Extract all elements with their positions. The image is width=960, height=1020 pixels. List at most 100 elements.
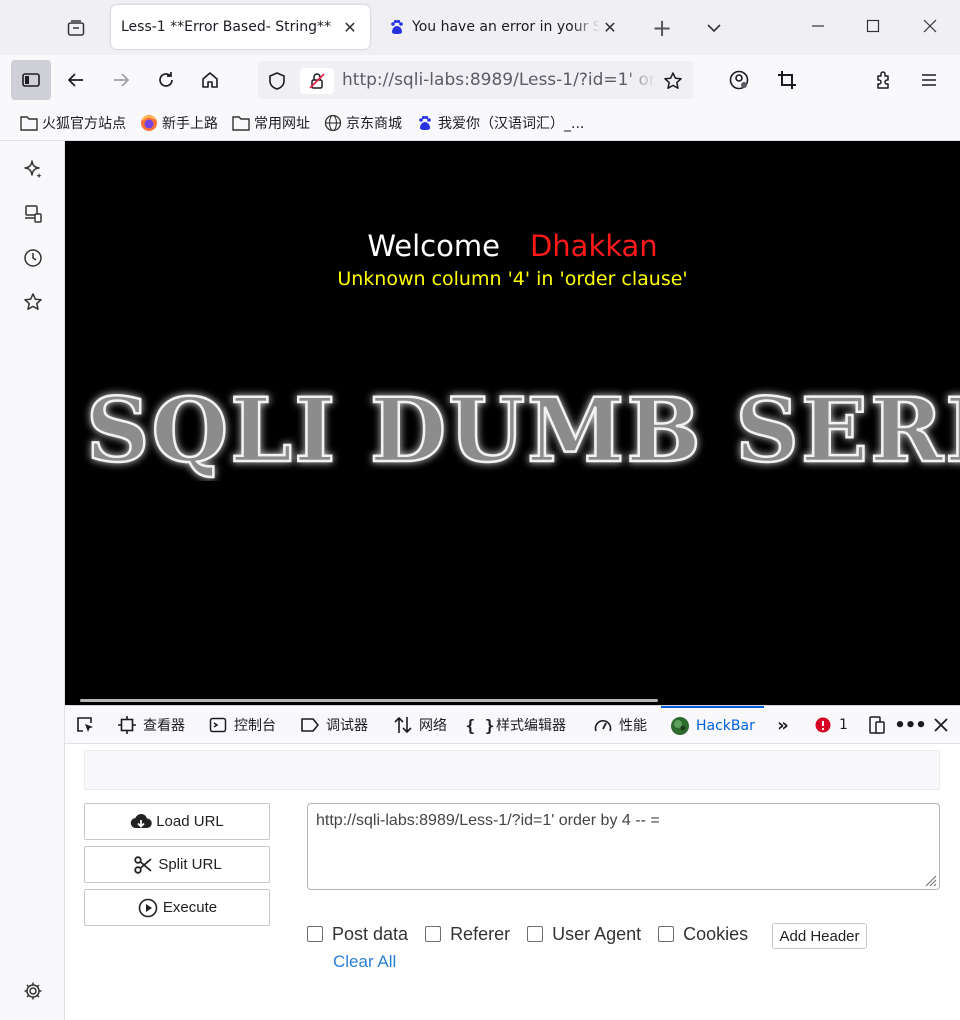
user-agent-option[interactable]: User Agent — [527, 924, 641, 945]
tab-title: You have an error in your SQL syntax — [412, 19, 600, 35]
account-button[interactable] — [719, 60, 759, 100]
puzzle-icon — [877, 71, 889, 89]
bookmark-item[interactable]: 火狐官方站点 — [16, 110, 130, 136]
tab-style-editor[interactable]: { } 样式编辑器 — [465, 706, 566, 744]
tab-list-icon — [67, 20, 85, 36]
close-window-button[interactable] — [908, 8, 952, 44]
minimize-button[interactable] — [796, 8, 840, 44]
clear-all-link[interactable]: Clear All — [333, 952, 396, 972]
error-count: 1 — [839, 717, 848, 733]
button-label: Load URL — [156, 813, 224, 830]
hackbar-options: Post data Referer User Agent Cookies — [307, 922, 765, 946]
baidu-icon — [388, 18, 406, 36]
extensions-button[interactable] — [864, 60, 904, 100]
bookmark-item[interactable]: 常用网址 — [228, 110, 314, 136]
play-circle-icon — [137, 897, 159, 919]
tab-title: Less-1 **Error Based- String** — [121, 19, 331, 35]
bookmark-label: 火狐官方站点 — [42, 115, 126, 132]
page-viewport: Welcome Dhakkan Unknown column '4' in 'or… — [65, 141, 960, 705]
horizontal-scrollbar[interactable] — [80, 699, 658, 702]
sidebar-toggle-button[interactable] — [11, 60, 51, 100]
responsive-design-button[interactable] — [867, 706, 893, 744]
cookies-checkbox[interactable] — [658, 926, 675, 942]
user-agent-checkbox[interactable] — [527, 926, 544, 942]
devtools-toolbar: 查看器 控制台 调试器 网络 { } 样式编辑器 性能 HackBar » 1 … — [65, 706, 960, 744]
synced-tabs-icon — [25, 205, 42, 223]
url-text[interactable]: http://sqli-labs:8989/Less-1/?id=1' orde… — [342, 70, 656, 90]
bookmark-label: 我爱你（汉语词汇）_... — [438, 115, 585, 132]
maximize-button[interactable] — [851, 8, 895, 44]
debugger-icon — [300, 715, 320, 735]
add-header-button[interactable]: Add Header — [772, 923, 867, 949]
tab-label: 控制台 — [234, 718, 276, 734]
post-data-option[interactable]: Post data — [307, 924, 408, 945]
url-value: http://sqli-labs:8989/Less-1/?id=1' orde… — [316, 812, 660, 829]
bookmark-item[interactable]: 新手上路 — [136, 110, 222, 136]
reload-icon — [159, 72, 173, 87]
back-button[interactable] — [56, 60, 96, 100]
more-tools-button[interactable]: » — [773, 706, 799, 744]
tab-console[interactable]: 控制台 — [208, 706, 276, 744]
tab-debugger[interactable]: 调试器 — [300, 706, 368, 744]
devtools-menu-button[interactable]: ••• — [894, 706, 927, 744]
shield-icon[interactable] — [264, 68, 290, 94]
synced-tabs-button[interactable] — [15, 196, 51, 232]
folder-icon — [20, 114, 38, 132]
list-all-tabs-button[interactable] — [698, 12, 730, 44]
url-bar[interactable]: http://sqli-labs:8989/Less-1/?id=1' orde… — [258, 61, 693, 99]
close-devtools-button[interactable] — [931, 706, 957, 744]
style-editor-icon: { } — [465, 715, 495, 735]
inspector-icon — [117, 715, 137, 735]
tab-label: 网络 — [419, 718, 447, 734]
performance-icon — [593, 715, 613, 735]
account-icon — [729, 70, 749, 90]
referer-option[interactable]: Referer — [425, 924, 510, 945]
bookmark-star-icon[interactable] — [660, 68, 686, 94]
bookmark-item[interactable]: 我爱你（汉语词汇）_... — [412, 110, 588, 136]
error-icon — [813, 715, 833, 735]
bookmark-item[interactable]: 京东商城 — [320, 110, 406, 136]
cookies-option[interactable]: Cookies — [658, 924, 748, 945]
bookmarks-button[interactable] — [15, 284, 51, 320]
forward-button[interactable] — [101, 60, 141, 100]
close-tab-icon[interactable]: ✕ — [340, 17, 360, 37]
tab-network[interactable]: 网络 — [393, 706, 447, 744]
history-button[interactable] — [15, 240, 51, 276]
tab-hackbar[interactable]: HackBar — [661, 706, 764, 744]
app-menu-button[interactable] — [909, 60, 949, 100]
option-label: Post data — [332, 923, 409, 944]
close-icon — [923, 19, 937, 33]
gear-icon — [24, 982, 42, 1000]
hackbar-url-textarea[interactable]: http://sqli-labs:8989/Less-1/?id=1' orde… — [307, 803, 940, 890]
button-label: Execute — [162, 899, 218, 916]
post-data-checkbox[interactable] — [307, 926, 323, 942]
title-bar: Less-1 **Error Based- String** ✕ You hav… — [0, 0, 960, 55]
split-url-button[interactable]: Split URL — [84, 846, 270, 883]
star-icon — [24, 293, 42, 310]
customize-sidebar-button[interactable] — [15, 973, 51, 1009]
tab-less-1[interactable]: Less-1 **Error Based- String** ✕ — [111, 5, 370, 49]
tab-label: 样式编辑器 — [496, 718, 566, 734]
resize-handle-icon[interactable] — [923, 873, 937, 887]
load-url-button[interactable]: Load URL — [84, 803, 270, 840]
arrow-left-icon — [67, 73, 83, 87]
tab-list-button[interactable] — [56, 8, 96, 48]
responsive-mode-icon — [867, 715, 887, 735]
ai-chatbot-button[interactable] — [15, 152, 51, 188]
clock-icon — [24, 249, 42, 267]
element-picker-button[interactable] — [75, 706, 101, 744]
tab-sql-error[interactable]: You have an error in your SQL syntax ✕ — [378, 5, 630, 49]
reload-button[interactable] — [146, 60, 186, 100]
referer-checkbox[interactable] — [425, 926, 442, 942]
execute-button[interactable]: Execute — [84, 889, 270, 926]
screenshot-button[interactable] — [767, 60, 807, 100]
insecure-lock-icon[interactable] — [300, 68, 334, 94]
close-tab-icon[interactable]: ✕ — [600, 17, 620, 37]
home-button[interactable] — [190, 60, 230, 100]
network-icon — [393, 715, 413, 735]
sparkle-icon — [24, 160, 42, 179]
tab-inspector[interactable]: 查看器 — [117, 706, 185, 744]
new-tab-button[interactable]: + — [646, 12, 678, 44]
tab-performance[interactable]: 性能 — [593, 706, 647, 744]
error-count-badge[interactable]: 1 — [813, 706, 848, 744]
